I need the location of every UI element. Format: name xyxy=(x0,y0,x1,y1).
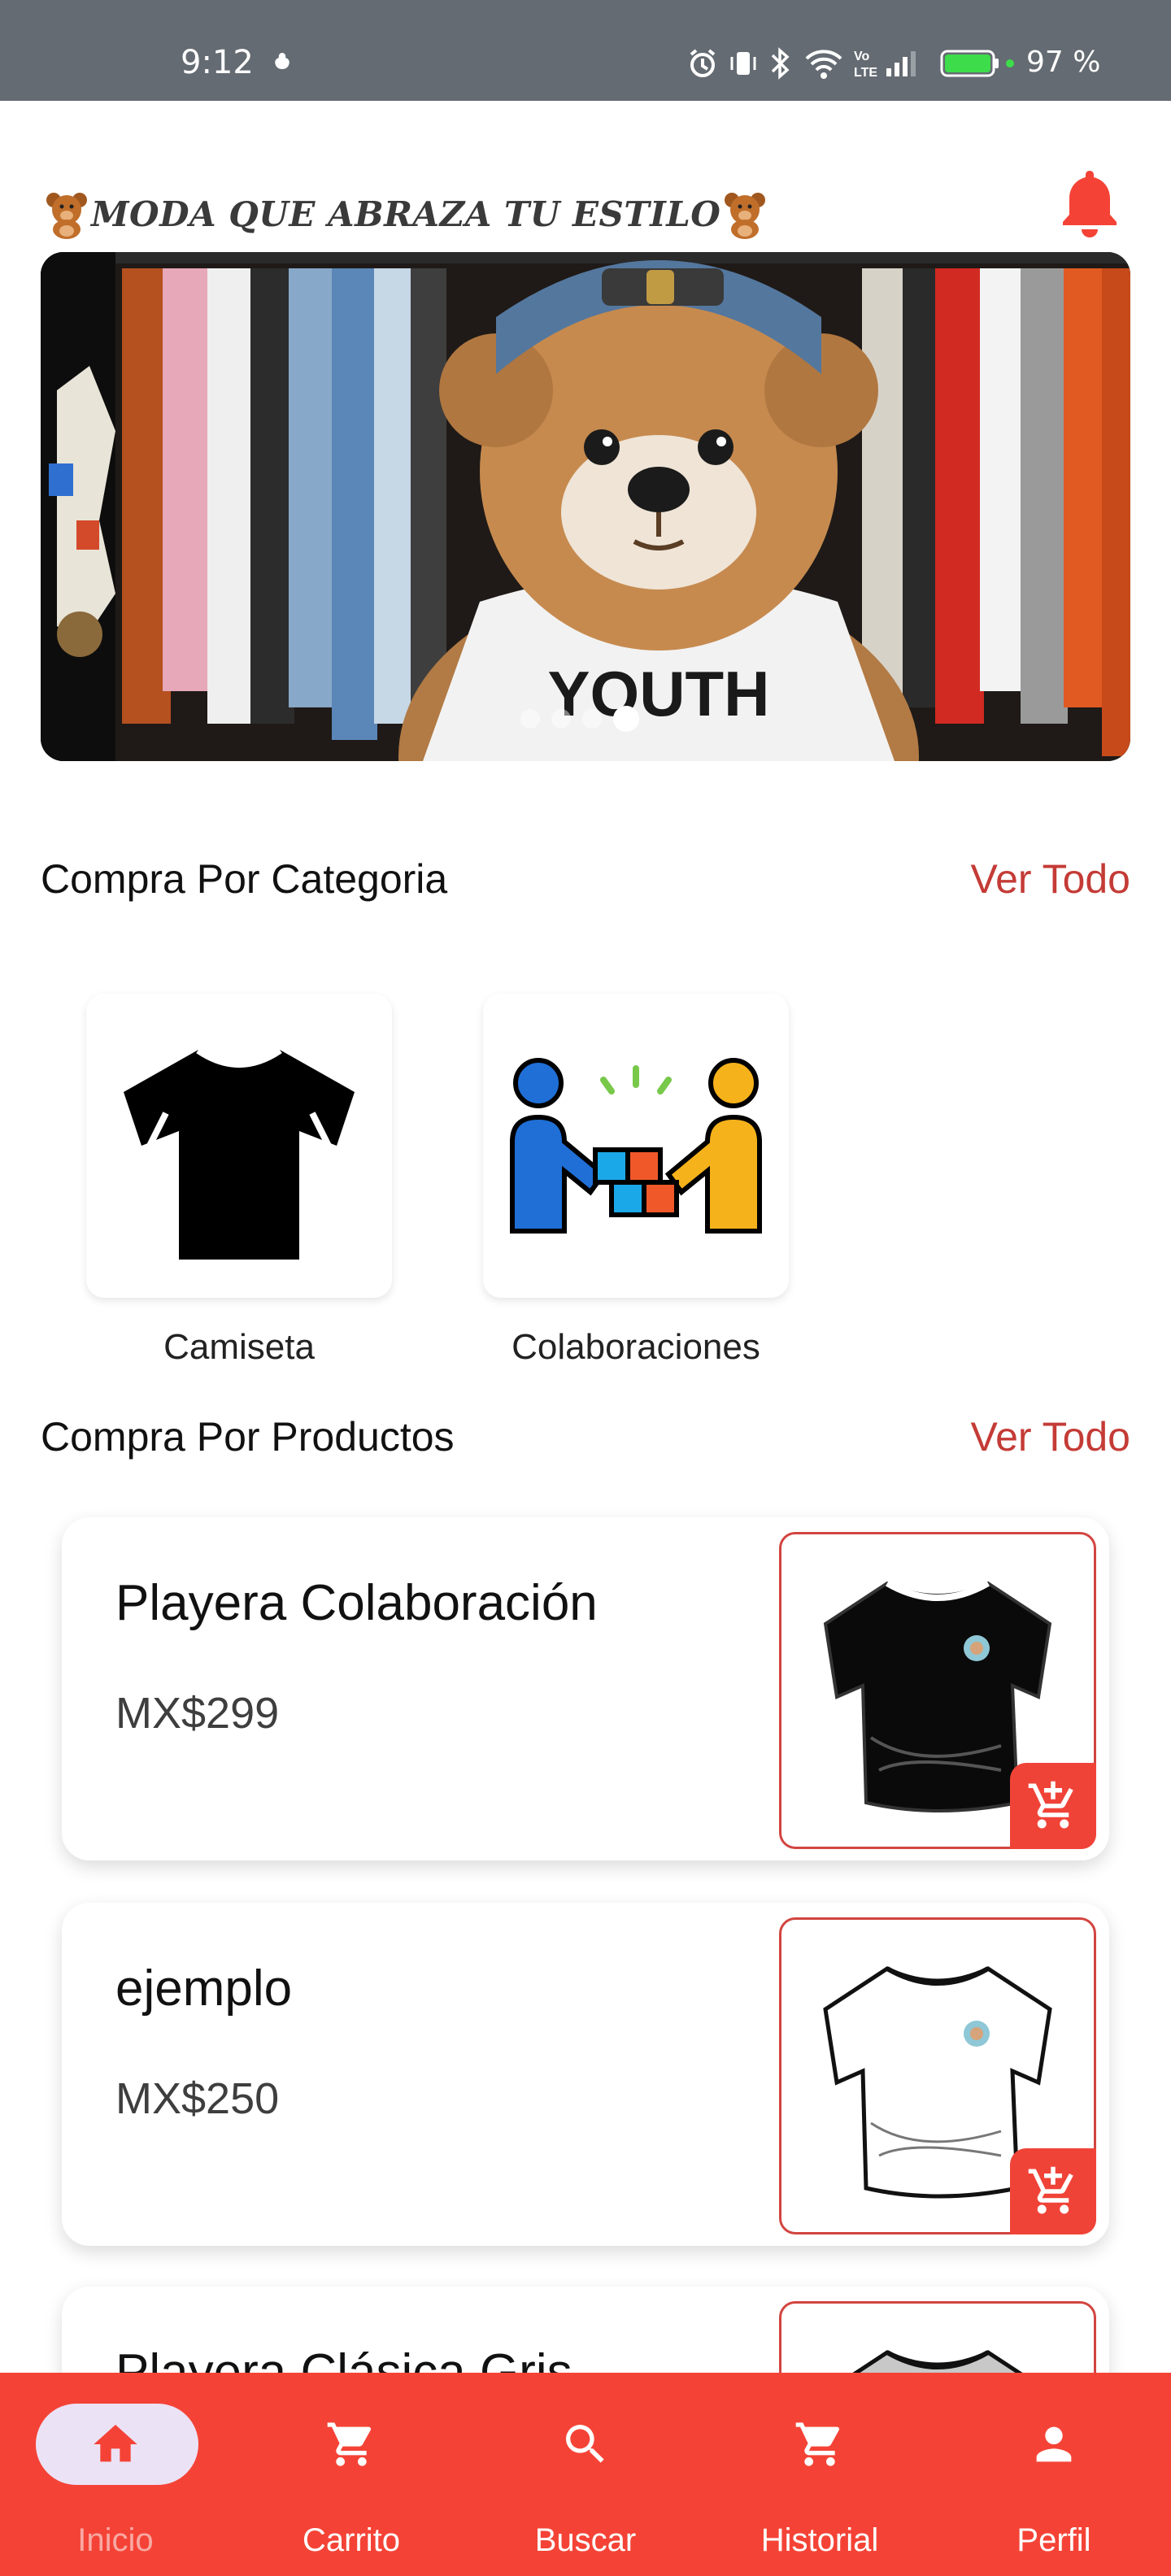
status-time: 9:12 xyxy=(181,44,254,81)
category-item-camiseta[interactable]: Camiseta xyxy=(86,994,392,1368)
bell-icon[interactable] xyxy=(1056,166,1124,239)
vibrate-icon xyxy=(730,52,756,75)
products-see-all-link[interactable]: Ver Todo xyxy=(971,1413,1130,1460)
battery-icon xyxy=(940,50,999,77)
carousel-dots xyxy=(520,706,639,732)
tshirt-icon xyxy=(124,1046,355,1260)
products-section-title: Compra Por Productos xyxy=(41,1414,455,1460)
bottom-navigation: Inicio Carrito Buscar Historial Perfil xyxy=(0,2373,1171,2576)
carousel-dot[interactable] xyxy=(582,709,602,729)
add-to-cart-button[interactable] xyxy=(1010,2148,1096,2234)
teddy-bear-icon xyxy=(46,193,87,239)
product-card[interactable]: ejemplo MX$250 xyxy=(62,1903,1109,2246)
hero-banner[interactable]: YOUTH xyxy=(41,252,1130,761)
nav-label: Carrito xyxy=(302,2522,401,2558)
brand-title: MODA QUE ABRAZA TU ESTILO xyxy=(91,194,721,234)
nav-item-carrito[interactable]: Carrito xyxy=(262,2373,441,2576)
nav-label: Inicio xyxy=(77,2522,154,2558)
home-icon xyxy=(94,2425,137,2462)
collaboration-icon xyxy=(510,1058,762,1234)
teddy-bear-icon xyxy=(725,193,766,239)
nav-item-inicio[interactable]: Inicio xyxy=(26,2373,205,2576)
add-cart-icon xyxy=(1028,1781,1073,1829)
product-price: MX$299 xyxy=(115,1689,280,1738)
categories-section-title: Compra Por Categoria xyxy=(41,856,448,902)
svg-text:LTE: LTE xyxy=(854,66,877,80)
cart-icon xyxy=(327,2422,372,2466)
wifi-icon xyxy=(805,50,842,79)
nav-item-buscar[interactable]: Buscar xyxy=(496,2373,675,2576)
volte-icon: Vo LTE xyxy=(854,50,877,80)
carousel-dot-active[interactable] xyxy=(613,706,639,732)
signal-icon xyxy=(886,51,916,76)
nav-item-historial[interactable]: Historial xyxy=(730,2373,909,2576)
nav-item-perfil[interactable]: Perfil xyxy=(964,2373,1143,2576)
person-icon xyxy=(1036,2426,1072,2462)
category-item-colaboraciones[interactable]: Colaboraciones xyxy=(483,994,789,1368)
notification-app-icon xyxy=(275,53,289,69)
product-price: MX$250 xyxy=(115,2074,280,2123)
nav-label: Perfil xyxy=(1016,2522,1091,2558)
product-card[interactable]: Playera Colaboración MX$299 xyxy=(62,1517,1109,1860)
brand-title-row: MODA QUE ABRAZA TU ESTILO xyxy=(42,185,769,242)
category-label: Camiseta xyxy=(163,1327,315,1367)
svg-text:Vo: Vo xyxy=(854,50,869,63)
charging-dot-icon xyxy=(1006,59,1014,67)
hero-banner-image: YOUTH xyxy=(41,252,1130,761)
category-card[interactable] xyxy=(483,994,789,1298)
product-name: ejemplo xyxy=(115,1960,293,2017)
nav-label: Buscar xyxy=(534,2522,637,2558)
alarm-icon xyxy=(690,49,716,77)
add-cart-icon xyxy=(1028,2166,1073,2214)
carousel-dot[interactable] xyxy=(551,709,571,729)
category-label: Colaboraciones xyxy=(511,1327,760,1367)
status-bar: 9:12 Vo LTE 97 % xyxy=(0,0,1171,101)
history-cart-icon xyxy=(795,2422,840,2466)
add-to-cart-button[interactable] xyxy=(1010,1763,1096,1849)
bluetooth-icon xyxy=(771,47,790,80)
carousel-dot[interactable] xyxy=(520,709,540,729)
battery-percent: 97 % xyxy=(1026,46,1101,79)
nav-label: Historial xyxy=(760,2522,879,2558)
categories-see-all-link[interactable]: Ver Todo xyxy=(971,855,1130,903)
product-name: Playera Colaboración xyxy=(115,1575,598,1631)
category-card[interactable] xyxy=(86,994,392,1298)
search-icon xyxy=(566,2425,604,2463)
